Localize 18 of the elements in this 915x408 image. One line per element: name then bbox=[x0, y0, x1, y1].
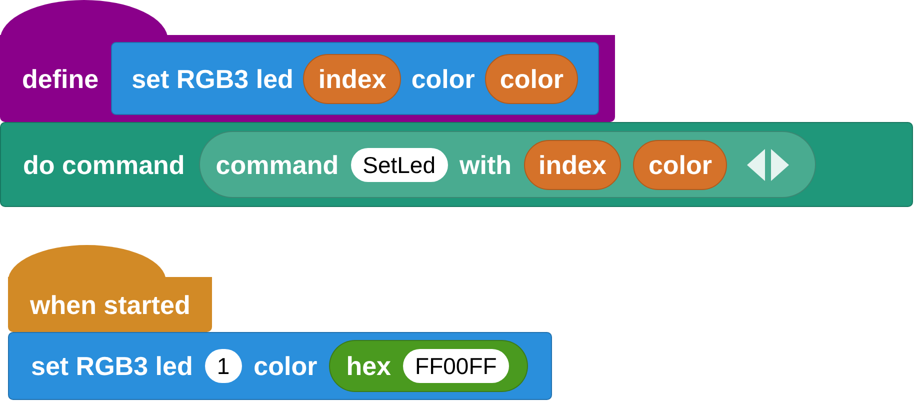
reporter-block[interactable]: command SetLed with index color bbox=[198, 131, 816, 198]
text-input-field[interactable]: FF00FF bbox=[403, 349, 509, 383]
text-input-field[interactable]: SetLed bbox=[350, 148, 448, 182]
block-label: with bbox=[460, 150, 512, 180]
block-label: set RGB3 led bbox=[132, 64, 294, 94]
text-input-field[interactable]: 1 bbox=[204, 349, 242, 383]
block-label: define bbox=[22, 64, 99, 94]
block-label: color bbox=[411, 64, 475, 94]
left-right-arrows-icon[interactable] bbox=[745, 148, 792, 180]
block-label: when started bbox=[30, 290, 190, 320]
reporter-block[interactable]: hex FF00FF bbox=[329, 340, 528, 392]
block-label: hex bbox=[346, 351, 392, 381]
block-label: command bbox=[216, 150, 339, 180]
block-label: set RGB3 led bbox=[31, 351, 193, 381]
command-block[interactable]: do command command SetLed with index color bbox=[0, 122, 913, 207]
command-block[interactable]: set RGB3 led 1 color hex FF00FF bbox=[8, 332, 552, 400]
block-label: color bbox=[254, 351, 318, 381]
block-label: do command bbox=[23, 150, 185, 180]
